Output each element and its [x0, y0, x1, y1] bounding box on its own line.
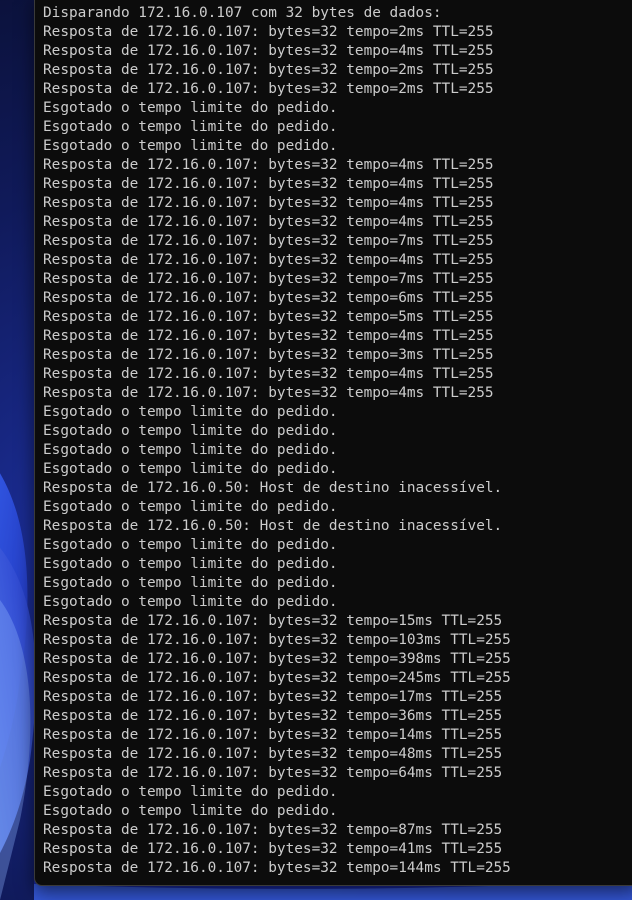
terminal-line: Resposta de 172.16.0.107: bytes=32 tempo…	[43, 689, 503, 705]
terminal-line: Esgotado o tempo limite do pedido.	[43, 575, 338, 591]
terminal-line: Resposta de 172.16.0.107: bytes=32 tempo…	[43, 670, 511, 686]
terminal-line: Resposta de 172.16.0.107: bytes=32 tempo…	[43, 632, 511, 648]
terminal-line: Disparando 172.16.0.107 com 32 bytes de …	[43, 5, 442, 21]
terminal-line: Resposta de 172.16.0.107: bytes=32 tempo…	[43, 651, 511, 667]
terminal-line: Resposta de 172.16.0.107: bytes=32 tempo…	[43, 290, 494, 306]
terminal-window[interactable]: Disparando 172.16.0.107 com 32 bytes de …	[34, 0, 632, 886]
terminal-line: Resposta de 172.16.0.107: bytes=32 tempo…	[43, 81, 494, 97]
terminal-line: Resposta de 172.16.0.107: bytes=32 tempo…	[43, 195, 494, 211]
terminal-line: Resposta de 172.16.0.107: bytes=32 tempo…	[43, 62, 494, 78]
terminal-line: Esgotado o tempo limite do pedido.	[43, 100, 338, 116]
terminal-line: Resposta de 172.16.0.107: bytes=32 tempo…	[43, 157, 494, 173]
terminal-line: Esgotado o tempo limite do pedido.	[43, 499, 338, 515]
terminal-line: Esgotado o tempo limite do pedido.	[43, 423, 338, 439]
terminal-line: Esgotado o tempo limite do pedido.	[43, 537, 338, 553]
terminal-line: Esgotado o tempo limite do pedido.	[43, 119, 338, 135]
terminal-line: Resposta de 172.16.0.107: bytes=32 tempo…	[43, 727, 503, 743]
terminal-line: Esgotado o tempo limite do pedido.	[43, 442, 338, 458]
terminal-line: Resposta de 172.16.0.107: bytes=32 tempo…	[43, 43, 494, 59]
terminal-line: Resposta de 172.16.0.107: bytes=32 tempo…	[43, 860, 511, 876]
terminal-line: Resposta de 172.16.0.107: bytes=32 tempo…	[43, 176, 494, 192]
terminal-line: Esgotado o tempo limite do pedido.	[43, 784, 338, 800]
terminal-line: Esgotado o tempo limite do pedido.	[43, 138, 338, 154]
terminal-line: Resposta de 172.16.0.107: bytes=32 tempo…	[43, 271, 494, 287]
terminal-line: Resposta de 172.16.0.107: bytes=32 tempo…	[43, 366, 494, 382]
terminal-line: Resposta de 172.16.0.107: bytes=32 tempo…	[43, 214, 494, 230]
terminal-line: Esgotado o tempo limite do pedido.	[43, 461, 338, 477]
terminal-line: Resposta de 172.16.0.107: bytes=32 tempo…	[43, 309, 494, 325]
terminal-line: Resposta de 172.16.0.50: Host de destino…	[43, 480, 503, 496]
terminal-line: Resposta de 172.16.0.107: bytes=32 tempo…	[43, 252, 494, 268]
terminal-line: Resposta de 172.16.0.107: bytes=32 tempo…	[43, 746, 503, 762]
terminal-line: Esgotado o tempo limite do pedido.	[43, 594, 338, 610]
terminal-line: Resposta de 172.16.0.107: bytes=32 tempo…	[43, 233, 494, 249]
terminal-line: Resposta de 172.16.0.107: bytes=32 tempo…	[43, 347, 494, 363]
terminal-line: Resposta de 172.16.0.107: bytes=32 tempo…	[43, 385, 494, 401]
terminal-line: Esgotado o tempo limite do pedido.	[43, 404, 338, 420]
terminal-line: Resposta de 172.16.0.107: bytes=32 tempo…	[43, 841, 503, 857]
terminal-line: Esgotado o tempo limite do pedido.	[43, 803, 338, 819]
terminal-line: Resposta de 172.16.0.107: bytes=32 tempo…	[43, 765, 503, 781]
terminal-output: Disparando 172.16.0.107 com 32 bytes de …	[43, 4, 632, 878]
terminal-line: Resposta de 172.16.0.107: bytes=32 tempo…	[43, 613, 503, 629]
terminal-line: Resposta de 172.16.0.107: bytes=32 tempo…	[43, 328, 494, 344]
terminal-line: Resposta de 172.16.0.107: bytes=32 tempo…	[43, 822, 503, 838]
terminal-line: Resposta de 172.16.0.107: bytes=32 tempo…	[43, 708, 503, 724]
terminal-line: Resposta de 172.16.0.107: bytes=32 tempo…	[43, 24, 494, 40]
terminal-line: Esgotado o tempo limite do pedido.	[43, 556, 338, 572]
terminal-line: Resposta de 172.16.0.50: Host de destino…	[43, 518, 503, 534]
